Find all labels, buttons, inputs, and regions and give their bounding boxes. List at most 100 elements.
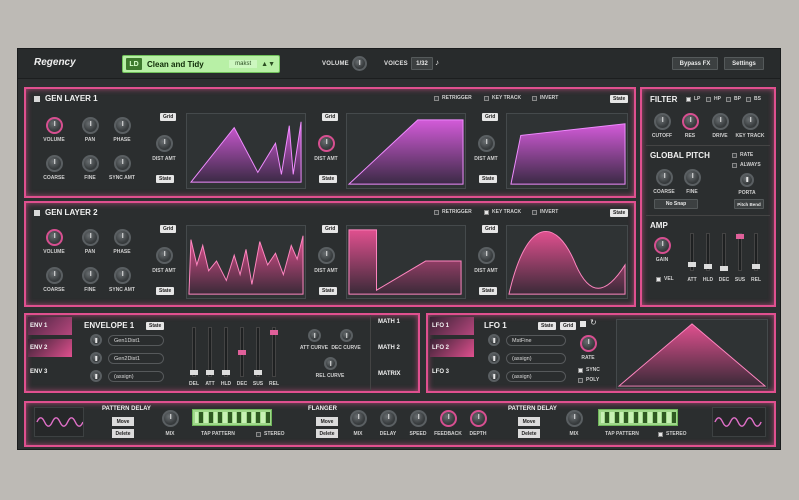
waveform-editor[interactable] — [346, 113, 466, 189]
grid-button[interactable]: Grid — [322, 225, 339, 233]
voices-value[interactable]: 1/32 — [411, 57, 433, 70]
flanger-delete-button[interactable]: Delete — [316, 429, 338, 438]
waveform-editor[interactable] — [346, 225, 466, 299]
pattern-delay-1-mix-knob[interactable] — [162, 410, 179, 427]
volume-knob[interactable] — [46, 117, 63, 134]
flanger-depth-knob[interactable] — [470, 410, 487, 427]
mod-amount-knob[interactable] — [488, 352, 500, 364]
mod-amount-knob[interactable] — [488, 370, 500, 382]
amp-rel-fader[interactable] — [752, 233, 760, 271]
env-hld-fader[interactable] — [222, 327, 230, 377]
env-sus-fader[interactable] — [254, 327, 262, 377]
waveform-editor[interactable] — [186, 113, 306, 189]
waveform-editor[interactable] — [506, 225, 628, 299]
grid-button[interactable]: Grid — [160, 113, 177, 121]
state-button[interactable]: State — [156, 287, 175, 295]
rel-curve-knob[interactable] — [324, 357, 337, 370]
pattern-delay-2-delete-button[interactable]: Delete — [518, 429, 540, 438]
pan-knob[interactable] — [82, 229, 99, 246]
lfo-sync-toggle[interactable]: SYNC — [578, 367, 600, 373]
env-att-fader[interactable] — [206, 327, 214, 377]
no-snap-dropdown[interactable]: No Snap — [654, 199, 698, 209]
mod-target-field[interactable]: (assign) — [506, 371, 566, 382]
filter-bs-toggle[interactable]: BS — [746, 96, 761, 102]
lfo-1-tab[interactable]: LFO 1 — [430, 317, 474, 335]
phase-knob[interactable] — [114, 117, 131, 134]
mod-target-field[interactable]: (assign) — [506, 353, 566, 364]
waveform-editor[interactable] — [506, 113, 628, 189]
lfo-enable-checkbox[interactable] — [580, 321, 586, 327]
amp-hld-fader[interactable] — [704, 233, 712, 271]
pattern-delay-1-stereo-toggle[interactable]: STEREO — [256, 431, 285, 437]
state-button[interactable]: State — [479, 175, 498, 183]
always-toggle[interactable]: ALWAYS — [732, 162, 761, 168]
pattern-delay-2-move-button[interactable]: Move — [518, 417, 540, 426]
env-2-tab[interactable]: ENV 2 — [28, 339, 72, 357]
porta-knob[interactable] — [740, 173, 754, 187]
volume-knob[interactable] — [46, 229, 63, 246]
res-knob[interactable] — [682, 113, 699, 130]
filter-bp-toggle[interactable]: BP — [726, 96, 741, 102]
mod-target-field[interactable]: (assign) — [108, 371, 164, 382]
state-button[interactable]: State — [479, 287, 498, 295]
dist-amt-knob[interactable] — [478, 135, 495, 152]
env-del-fader[interactable] — [190, 327, 198, 377]
flanger-speed-knob[interactable] — [410, 410, 427, 427]
state-button[interactable]: State — [319, 175, 338, 183]
grid-button[interactable]: Grid — [482, 225, 499, 233]
mod-target-field[interactable]: Gen2Dist1 — [108, 353, 164, 364]
mod-amount-knob[interactable] — [90, 352, 102, 364]
pattern-delay-1-delete-button[interactable]: Delete — [112, 429, 134, 438]
mod-target-field[interactable]: MstFine — [506, 335, 566, 346]
key-track-toggle[interactable]: KEY TRACK — [484, 95, 521, 101]
envelope-state-button[interactable]: State — [146, 322, 165, 330]
grid-button[interactable]: Grid — [160, 225, 177, 233]
pitch-coarse-knob[interactable] — [656, 169, 673, 186]
env-3-tab[interactable]: ENV 3 — [28, 363, 72, 381]
att-curve-knob[interactable] — [308, 329, 321, 342]
mod-amount-knob[interactable] — [90, 334, 102, 346]
math-2-tab[interactable]: MATH 2 — [378, 345, 400, 351]
dist-amt-knob[interactable] — [478, 247, 495, 264]
env-1-tab[interactable]: ENV 1 — [28, 317, 72, 335]
fine-knob[interactable] — [82, 267, 99, 284]
pattern-delay-2-tap-pattern[interactable] — [598, 409, 678, 426]
cutoff-knob[interactable] — [654, 113, 671, 130]
dist-amt-knob[interactable] — [318, 135, 335, 152]
env-dec-fader[interactable] — [238, 327, 246, 377]
amp-dec-fader[interactable] — [720, 233, 728, 271]
dist-amt-knob[interactable] — [156, 247, 173, 264]
preset-selector[interactable]: LD Clean and Tidy makst ▲▼ — [122, 55, 280, 73]
mod-amount-knob[interactable] — [488, 334, 500, 346]
dist-amt-knob[interactable] — [156, 135, 173, 152]
rate-toggle[interactable]: RATE — [732, 152, 753, 158]
key-track-knob[interactable] — [742, 113, 759, 130]
drive-knob[interactable] — [712, 113, 729, 130]
filter-lp-toggle[interactable]: LP — [686, 96, 700, 102]
lfo-3-tab[interactable]: LFO 3 — [430, 363, 474, 381]
grid-button[interactable]: Grid — [482, 113, 499, 121]
phase-knob[interactable] — [114, 229, 131, 246]
fine-knob[interactable] — [82, 155, 99, 172]
mod-target-field[interactable]: Gen1Dist1 — [108, 335, 164, 346]
env-rel-fader[interactable] — [270, 327, 278, 377]
flanger-feedback-knob[interactable] — [440, 410, 457, 427]
lfo-state-button[interactable]: State — [538, 322, 557, 330]
amp-att-fader[interactable] — [688, 233, 696, 271]
sync-amt-knob[interactable] — [114, 155, 131, 172]
pan-knob[interactable] — [82, 117, 99, 134]
sync-amt-knob[interactable] — [114, 267, 131, 284]
pitch-fine-knob[interactable] — [684, 169, 701, 186]
matrix-tab[interactable]: MATRIX — [378, 371, 401, 377]
state-button[interactable]: State — [156, 175, 175, 183]
master-volume-knob[interactable] — [352, 56, 367, 71]
state-button[interactable]: State — [319, 287, 338, 295]
retrigger-toggle[interactable]: RETRIGGER — [434, 209, 472, 215]
lfo-shape-editor[interactable] — [616, 319, 768, 389]
pattern-delay-2-mix-knob[interactable] — [566, 410, 583, 427]
settings-button[interactable]: Settings — [724, 57, 764, 70]
invert-toggle[interactable]: INVERT — [532, 95, 558, 101]
pattern-delay-2-stereo-toggle[interactable]: STEREO — [658, 431, 687, 437]
lfo-grid-button[interactable]: Grid — [560, 322, 577, 330]
preset-arrows-icon[interactable]: ▲▼ — [261, 61, 275, 68]
